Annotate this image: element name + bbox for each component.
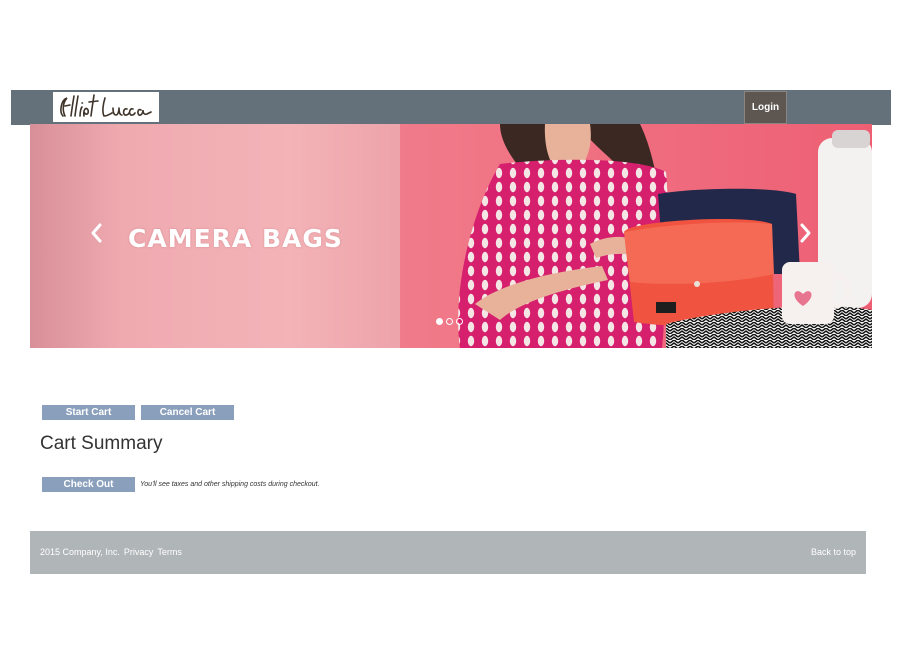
chevron-right-icon [800, 223, 811, 243]
check-out-button[interactable]: Check Out [42, 477, 135, 492]
page-footer: 2015 Company, Inc. Privacy Terms Back to… [30, 531, 866, 574]
carousel-indicator-1[interactable] [436, 318, 443, 325]
carousel-next-button[interactable] [795, 220, 817, 246]
back-to-top-link[interactable]: Back to top [811, 547, 856, 557]
hero-carousel: CAMERA BAGS [30, 124, 872, 348]
copyright-text: 2015 Company, Inc. [40, 547, 120, 557]
cart-summary-heading: Cart Summary [40, 433, 163, 454]
footer-links: 2015 Company, Inc. Privacy Terms [40, 547, 182, 557]
logo-signature [60, 94, 152, 117]
top-navbar: Login [11, 90, 891, 125]
brand-logo[interactable] [53, 92, 159, 122]
cancel-cart-button[interactable]: Cancel Cart [141, 405, 234, 420]
carousel-indicators [436, 318, 463, 325]
terms-link[interactable]: Terms [157, 547, 182, 557]
carousel-indicator-3[interactable] [456, 318, 463, 325]
chevron-left-icon [91, 223, 102, 243]
login-button[interactable]: Login [744, 91, 787, 124]
start-cart-button[interactable]: Start Cart [42, 405, 135, 420]
carousel-caption: CAMERA BAGS [128, 224, 343, 253]
carousel-indicator-2[interactable] [446, 318, 453, 325]
carousel-prev-button[interactable] [85, 220, 107, 246]
checkout-note: You'll see taxes and other shipping cost… [140, 481, 320, 488]
privacy-link[interactable]: Privacy [124, 547, 154, 557]
